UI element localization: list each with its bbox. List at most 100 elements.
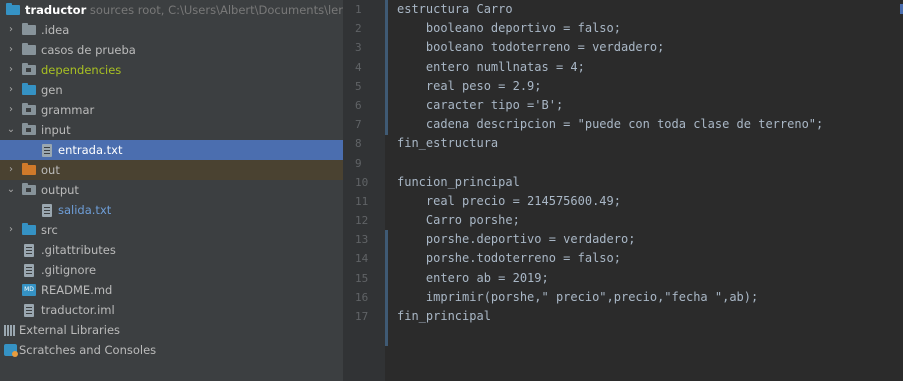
line-number: 4 (355, 60, 362, 74)
tree-item-label: dependencies (41, 63, 122, 77)
code-line: funcion_principal (397, 174, 520, 189)
code-line: real precio = 214575600.49; (397, 193, 621, 208)
line-number-gutter[interactable]: 1 2 3 4 5 6 7 8 9 10 11 12 13 14 15 16 17 (343, 0, 385, 381)
tree-item-label: grammar (41, 103, 95, 117)
line-number: 2 (355, 22, 362, 36)
ide-window: traductor sources root, C:\Users\Albert\… (0, 0, 903, 381)
tree-item-label: salida.txt (58, 203, 112, 217)
tree-item-label: .idea (41, 23, 70, 37)
tree-item-scratches[interactable]: Scratches and Consoles (0, 340, 343, 360)
project-name: traductor (25, 3, 87, 17)
tree-item-label: .gitignore (41, 263, 97, 277)
chevron-down-icon[interactable]: ⌄ (6, 180, 16, 200)
line-number: 15 (355, 271, 369, 285)
line-number: 14 (355, 252, 369, 266)
chevron-right-icon[interactable]: › (6, 220, 16, 240)
code-line: porshe.deportivo = verdadero; (397, 232, 636, 247)
tree-item-traductor-iml[interactable]: traductor.iml (0, 300, 343, 320)
tree-item-label: gen (41, 83, 63, 97)
chevron-down-icon[interactable]: ⌄ (6, 120, 16, 140)
code-line: estructura Carro (397, 2, 513, 16)
tree-item-label: input (41, 123, 71, 137)
chevron-right-icon[interactable]: › (6, 160, 16, 180)
gitignore-file-icon (24, 264, 34, 277)
tree-item-label: casos de prueba (41, 43, 136, 57)
module-folder-icon (22, 63, 36, 75)
project-tree: traductor sources root, C:\Users\Albert\… (0, 0, 343, 381)
line-number: 7 (355, 118, 362, 132)
tree-item-idea[interactable]: › .idea (0, 20, 343, 40)
code-line: porshe.todoterreno = falso; (397, 251, 621, 266)
tree-item-gitignore[interactable]: .gitignore (0, 260, 343, 280)
code-line: booleano todoterreno = verdadero; (397, 40, 665, 55)
chevron-right-icon[interactable]: › (6, 20, 16, 40)
source-folder-icon (22, 83, 36, 95)
tree-item-external-libraries[interactable]: External Libraries (0, 320, 343, 340)
line-number: 5 (355, 79, 362, 93)
code-line: cadena descripcion = "puede con toda cla… (397, 117, 824, 132)
tree-item-casos-de-prueba[interactable]: › casos de prueba (0, 40, 343, 60)
tree-item-gitattributes[interactable]: .gitattributes (0, 240, 343, 260)
indent-guide (385, 0, 388, 135)
module-folder-icon (22, 103, 36, 115)
tree-item-label: entrada.txt (58, 143, 123, 157)
markdown-file-icon: MD (22, 284, 36, 296)
line-number: 11 (355, 194, 369, 208)
tree-item-label: .gitattributes (41, 243, 116, 257)
tree-root[interactable]: traductor sources root, C:\Users\Albert\… (0, 0, 343, 20)
line-number: 9 (355, 156, 362, 170)
tree-item-label: traductor.iml (41, 303, 115, 317)
excluded-folder-icon (22, 163, 36, 175)
tree-item-label: README.md (41, 283, 113, 297)
code-editor[interactable]: estructura Carro booleano deportivo = fa… (385, 0, 903, 381)
module-folder-icon (22, 183, 36, 195)
tree-item-input[interactable]: ⌄ input (0, 120, 343, 140)
module-file-icon (24, 304, 34, 317)
line-number: 1 (355, 3, 362, 16)
code-line: fin_principal (397, 309, 491, 323)
line-number: 10 (355, 175, 369, 189)
module-folder-icon (6, 3, 20, 15)
tree-item-salida-txt[interactable]: salida.txt (0, 200, 343, 220)
project-path: sources root, C:\Users\Albert\Documents\… (89, 3, 343, 17)
tree-item-readme[interactable]: MD README.md (0, 280, 343, 300)
code-line: fin_estructura (397, 136, 499, 151)
text-file-icon (24, 244, 34, 257)
code-line: entero numllnatas = 4; (397, 59, 585, 74)
line-number: 8 (355, 137, 362, 151)
tree-item-output[interactable]: ⌄ output (0, 180, 343, 200)
folder-icon (22, 23, 36, 35)
code-line: imprimir(porshe," precio",precio,"fecha … (397, 289, 759, 304)
tree-item-entrada-txt[interactable]: entrada.txt (0, 140, 343, 160)
code-line: entero ab = 2019; (397, 270, 549, 285)
line-number: 17 (355, 310, 369, 323)
chevron-right-icon[interactable]: › (6, 60, 16, 80)
source-folder-icon (22, 223, 36, 235)
code-line: Carro porshe; (397, 213, 520, 228)
tree-item-dependencies[interactable]: › dependencies (0, 60, 343, 80)
code-line: booleano deportivo = falso; (397, 21, 621, 36)
line-number: 16 (355, 290, 369, 304)
line-number: 3 (355, 41, 362, 55)
code-line: real peso = 2.9; (397, 78, 542, 93)
tree-item-out[interactable]: › out (0, 160, 343, 180)
tree-item-label: Scratches and Consoles (19, 343, 157, 357)
module-folder-icon (22, 123, 36, 135)
line-number: 12 (355, 214, 369, 228)
libraries-icon (4, 325, 16, 336)
chevron-right-icon[interactable]: › (6, 40, 16, 60)
chevron-right-icon[interactable]: › (6, 100, 16, 120)
scratches-icon (4, 344, 18, 357)
tree-item-src[interactable]: › src (0, 220, 343, 240)
tree-item-label: out (41, 163, 60, 177)
text-file-icon (42, 144, 52, 157)
tree-item-label: src (41, 223, 58, 237)
tree-item-grammar[interactable]: › grammar (0, 100, 343, 120)
tree-item-gen[interactable]: › gen (0, 80, 343, 100)
chevron-right-icon[interactable]: › (6, 80, 16, 100)
line-number: 13 (355, 233, 369, 247)
text-file-icon (42, 204, 52, 217)
line-number: 6 (355, 98, 362, 112)
folder-icon (22, 43, 36, 55)
